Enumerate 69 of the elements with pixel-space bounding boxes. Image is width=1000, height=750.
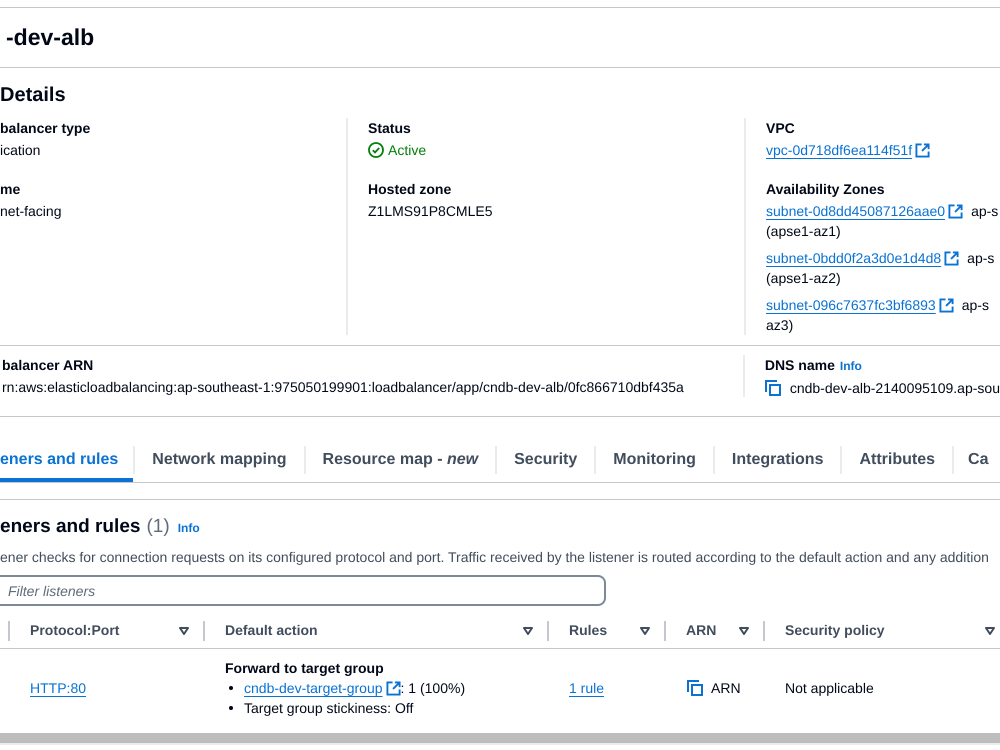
listener-count: (1) — [146, 515, 170, 539]
zone-id-text: (apse1-az1) — [766, 222, 842, 241]
column-header[interactable]: Default action — [225, 620, 318, 641]
tab[interactable]: Network mapping — [135, 438, 304, 482]
info-link[interactable]: Info — [178, 520, 200, 536]
field-label: Hosted zone — [368, 180, 452, 199]
tab[interactable]: Monitoring — [596, 438, 713, 482]
bullet-icon — [229, 706, 233, 710]
field-label: me — [0, 180, 20, 199]
action-title: Forward to target group — [225, 659, 384, 678]
filter-field[interactable]: Filter listeners — [0, 575, 606, 606]
zone-id-text: az3) — [766, 316, 794, 335]
copy-icon[interactable] — [764, 380, 781, 396]
caret-down-icon[interactable] — [523, 626, 533, 634]
column-header[interactable]: Protocol:Port — [30, 620, 120, 641]
subnet-link[interactable]: subnet-0bdd0f2a3d0e1d4d8 — [766, 248, 942, 268]
field-value: rn:aws:elasticloadbalancing:ap-southeast-1:975050199901:loadbalancer/app/cndb-dev-alb/0fc866710dbf435a — [2, 378, 685, 397]
field-link[interactable]: vpc-0d718df6ea114f51f — [766, 140, 912, 160]
check-circle-icon — [368, 142, 384, 158]
tab[interactable]: Integrations — [714, 438, 840, 482]
zone-text: ap-s — [971, 202, 998, 221]
info-link[interactable]: Info — [840, 358, 862, 374]
section-title: eners and rules — [0, 515, 140, 539]
column-header[interactable]: Rules — [569, 620, 608, 641]
tab[interactable]: Resource map - new — [306, 438, 496, 482]
rules-link[interactable]: 1 rule — [569, 678, 604, 698]
external-link-icon[interactable] — [938, 298, 954, 312]
field-value: cndb-dev-alb-2140095109.ap-sou — [790, 378, 1000, 398]
zone-text: ap-s — [962, 296, 989, 315]
field-label: VPC — [766, 119, 795, 138]
external-link-icon[interactable] — [915, 142, 930, 158]
column-header[interactable]: Security policy — [785, 620, 885, 641]
horizontal-scrollbar[interactable] — [0, 733, 1000, 745]
field-value: net-facing — [0, 202, 62, 221]
field-value: ication — [0, 141, 42, 160]
tab[interactable]: Attributes — [842, 438, 952, 482]
caret-down-icon[interactable] — [640, 626, 650, 634]
copy-icon[interactable] — [687, 680, 703, 696]
section-title: Details — [0, 83, 67, 107]
status-text: Active — [388, 141, 426, 160]
caret-down-icon[interactable] — [179, 626, 189, 634]
page-title: -dev-alb — [6, 22, 94, 52]
zone-id-text: (apse1-az2) — [766, 269, 842, 288]
zone-text: ap-s — [967, 249, 994, 268]
tab[interactable]: Ca — [954, 438, 988, 482]
bullet-icon — [229, 686, 233, 690]
stickiness-text: Target group stickiness: Off — [244, 699, 414, 718]
external-link-icon[interactable] — [944, 250, 960, 266]
arn-text: ARN — [711, 679, 741, 698]
field-label: DNS name — [764, 356, 835, 375]
field-value: Z1LMS91P8CMLE5 — [368, 202, 494, 221]
external-link-icon[interactable] — [386, 680, 401, 696]
field-label: Status — [368, 119, 411, 138]
caret-down-icon[interactable] — [739, 626, 749, 634]
section-description: ener checks for connection requests on its configured protocol and port. Traffic received by the listener is routed according to the default action and any addition — [0, 548, 990, 567]
protocol-port-link[interactable]: HTTP:80 — [30, 678, 86, 698]
caret-down-icon[interactable] — [985, 626, 995, 634]
target-group-link[interactable]: cndb-dev-target-group — [244, 678, 383, 698]
subnet-link[interactable]: subnet-0d8dd45087126aae0 — [766, 201, 946, 221]
field-label: balancer type — [0, 119, 90, 138]
external-link-icon[interactable] — [948, 204, 964, 218]
target-weight: : 1 (100%) — [400, 679, 466, 698]
tab[interactable]: eners and rules — [0, 438, 134, 482]
field-label: Availability Zones — [766, 180, 885, 199]
security-policy-text: Not applicable — [785, 679, 874, 698]
tab[interactable]: Security — [497, 438, 594, 482]
field-label: balancer ARN — [2, 356, 94, 375]
subnet-link[interactable]: subnet-096c7637fc3bf6893 — [766, 295, 936, 315]
column-header[interactable]: ARN — [686, 620, 716, 641]
